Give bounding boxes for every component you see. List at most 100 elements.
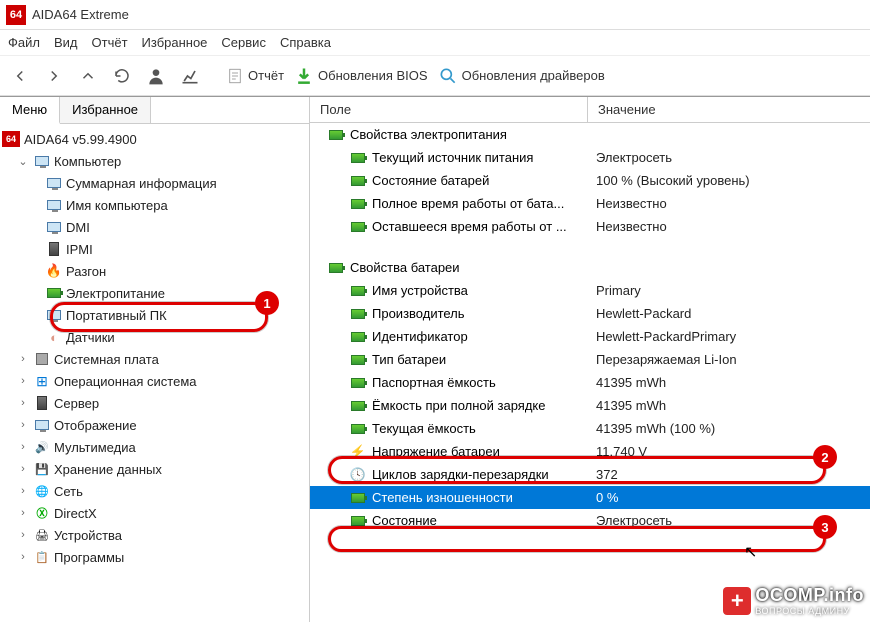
network-icon: 🌐	[34, 483, 50, 499]
list-item[interactable]: Полное время работы от бата...Неизвестно	[310, 192, 870, 215]
header-field[interactable]: Поле	[310, 97, 588, 122]
list-item[interactable]: Тип батареиПерезаряжаемая Li-Ion	[310, 348, 870, 371]
up-button[interactable]	[74, 62, 102, 90]
battery-icon	[351, 286, 365, 296]
battery-icon	[329, 130, 343, 140]
chevron-down-icon: ⌄	[16, 155, 30, 168]
devices-icon: 🖨	[34, 527, 50, 543]
list-item[interactable]: ⚡Напряжение батареи11.740 V	[310, 440, 870, 463]
tree-os[interactable]: ›⊞Операционная система	[0, 370, 309, 392]
header-value[interactable]: Значение	[588, 97, 666, 122]
menu-bar: Файл Вид Отчёт Избранное Сервис Справка	[0, 30, 870, 56]
tree-power[interactable]: Электропитание	[0, 282, 309, 304]
monitor-icon	[35, 420, 49, 430]
directx-icon: Ⓧ	[34, 505, 50, 521]
menu-view[interactable]: Вид	[54, 35, 78, 50]
menu-service[interactable]: Сервис	[221, 35, 266, 50]
list-item[interactable]: Ёмкость при полной зарядке41395 mWh	[310, 394, 870, 417]
forward-button[interactable]	[40, 62, 68, 90]
mouse-cursor-icon: ↖	[744, 542, 757, 562]
tree-sensors[interactable]: ◐Датчики	[0, 326, 309, 348]
tab-menu[interactable]: Меню	[0, 97, 60, 124]
tree-motherboard[interactable]: ›Системная плата	[0, 348, 309, 370]
battery-icon	[351, 355, 365, 365]
computer-icon	[35, 156, 49, 166]
tab-favorites[interactable]: Избранное	[60, 97, 151, 123]
toolbar: Отчёт Обновления BIOS Обновления драйвер…	[0, 56, 870, 96]
list-item[interactable]: ИдентификаторHewlett-PackardPrimary	[310, 325, 870, 348]
menu-report[interactable]: Отчёт	[92, 35, 128, 50]
chevron-right-icon: ›	[16, 529, 30, 541]
spacer	[310, 238, 870, 256]
monitor-icon	[47, 200, 61, 210]
monitor-icon	[47, 222, 61, 232]
fire-icon: 🔥	[46, 263, 62, 279]
tree-network[interactable]: ›🌐Сеть	[0, 480, 309, 502]
user-icon[interactable]	[142, 62, 170, 90]
tree-dmi[interactable]: DMI	[0, 216, 309, 238]
clock-icon: 🕓	[350, 467, 366, 483]
tree-summary[interactable]: Суммарная информация	[0, 172, 309, 194]
menu-help[interactable]: Справка	[280, 35, 331, 50]
list-item[interactable]: 🕓Циклов зарядки-перезарядки372	[310, 463, 870, 486]
battery-icon	[351, 401, 365, 411]
list-item-current-capacity[interactable]: Текущая ёмкость41395 mWh (100 %)	[310, 417, 870, 440]
tree-view[interactable]: 64 AIDA64 v5.99.4900 ⌄ Компьютер Суммарн…	[0, 124, 309, 622]
cross-icon: +	[723, 587, 751, 615]
menu-favorites[interactable]: Избранное	[142, 35, 208, 50]
watermark: + OCOMP.info ВОПРОСЫ АДМИНУ	[723, 585, 864, 616]
bios-update-button[interactable]: Обновления BIOS	[294, 66, 428, 86]
tree-portable[interactable]: Портативный ПК	[0, 304, 309, 326]
tree-programs[interactable]: ›📋Программы	[0, 546, 309, 568]
list-item[interactable]: Состояние батарей100 % (Высокий уровень)	[310, 169, 870, 192]
chevron-right-icon: ›	[16, 375, 30, 387]
disk-icon: 💾	[34, 461, 50, 477]
tree-storage[interactable]: ›💾Хранение данных	[0, 458, 309, 480]
tree-directx[interactable]: ›ⓍDirectX	[0, 502, 309, 524]
chevron-right-icon: ›	[16, 353, 30, 365]
list-item[interactable]: ПроизводительHewlett-Packard	[310, 302, 870, 325]
group-battery-props[interactable]: Свойства батареи	[310, 256, 870, 279]
tree-overclock[interactable]: 🔥Разгон	[0, 260, 309, 282]
tree-ipmi[interactable]: IPMI	[0, 238, 309, 260]
battery-icon	[329, 263, 343, 273]
driver-update-button[interactable]: Обновления драйверов	[438, 66, 605, 86]
refresh-button[interactable]	[108, 62, 136, 90]
battery-icon	[47, 288, 61, 298]
download-arrow-icon	[294, 66, 314, 86]
chevron-right-icon: ›	[16, 441, 30, 453]
chevron-right-icon: ›	[16, 397, 30, 409]
tree-root[interactable]: 64 AIDA64 v5.99.4900	[0, 128, 309, 150]
window-title: AIDA64 Extreme	[32, 7, 129, 22]
chevron-right-icon: ›	[16, 419, 30, 431]
tree-devices[interactable]: ›🖨Устройства	[0, 524, 309, 546]
back-button[interactable]	[6, 62, 34, 90]
tree-server[interactable]: ›Сервер	[0, 392, 309, 414]
tree-computer[interactable]: ⌄ Компьютер	[0, 150, 309, 172]
list-item[interactable]: Имя устройстваPrimary	[310, 279, 870, 302]
menu-file[interactable]: Файл	[8, 35, 40, 50]
list-item[interactable]: Текущий источник питанияЭлектросеть	[310, 146, 870, 169]
battery-icon	[351, 222, 365, 232]
gauge-icon: ◐	[46, 329, 62, 345]
list-item[interactable]: Паспортная ёмкость41395 mWh	[310, 371, 870, 394]
battery-icon	[351, 332, 365, 342]
detail-list[interactable]: Свойства электропитания Текущий источник…	[310, 123, 870, 622]
battery-icon	[351, 516, 365, 526]
tree-computername[interactable]: Имя компьютера	[0, 194, 309, 216]
list-item[interactable]: СостояниеЭлектросеть	[310, 509, 870, 532]
group-power-props[interactable]: Свойства электропитания	[310, 123, 870, 146]
battery-icon	[351, 378, 365, 388]
server-icon	[37, 396, 47, 410]
report-button[interactable]: Отчёт	[226, 67, 284, 85]
programs-icon: 📋	[34, 549, 50, 565]
tree-multimedia[interactable]: ›🔊Мультимедиа	[0, 436, 309, 458]
title-bar: 64 AIDA64 Extreme	[0, 0, 870, 30]
monitor-icon	[47, 178, 61, 188]
chart-icon[interactable]	[176, 62, 204, 90]
list-item-wear-level[interactable]: Степень изношенности0 %	[310, 486, 870, 509]
tree-display[interactable]: ›Отображение	[0, 414, 309, 436]
battery-icon	[351, 493, 365, 503]
battery-icon	[351, 309, 365, 319]
list-item[interactable]: Оставшееся время работы от ...Неизвестно	[310, 215, 870, 238]
